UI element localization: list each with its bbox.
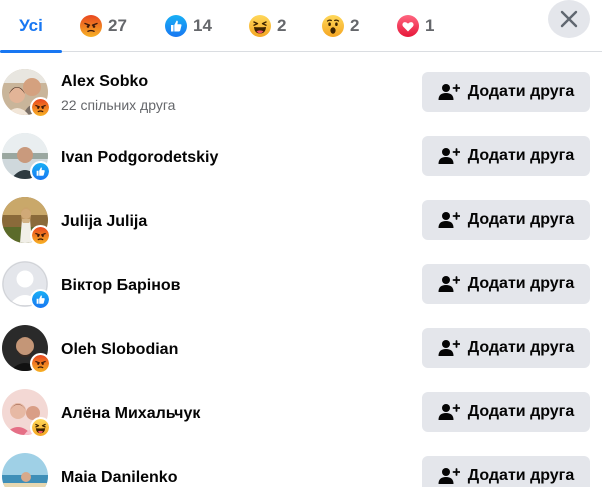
list-item: Віктор Барінов Додати друга [0,254,602,318]
tab-all[interactable]: Усі [0,0,62,53]
tab-like[interactable]: 14 [165,0,212,51]
close-button[interactable] [548,0,590,38]
tab-like-count: 14 [193,15,212,35]
add-friend-button[interactable]: Додати друга [422,264,590,304]
like-reaction-icon [30,289,51,310]
person-name[interactable]: Ivan Podgorodetskiy [61,149,218,167]
person-name[interactable]: Oleh Slobodian [61,341,178,359]
person-name[interactable]: Julija Julija [61,213,147,231]
add-friend-button[interactable]: Додати друга [422,392,590,432]
wow-reaction-icon [322,14,344,37]
haha-reaction-icon [249,14,271,37]
person-name[interactable]: Maia Danilenko [61,469,177,487]
add-friend-label: Додати друга [467,467,575,484]
list-item: Ivan Podgorodetskiy Додати друга [0,126,602,190]
tab-wow[interactable]: 2 [322,0,359,51]
add-friend-button[interactable]: Додати друга [422,328,590,368]
add-friend-button[interactable]: Додати друга [422,200,590,240]
tab-angry[interactable]: 27 [80,0,127,51]
angry-reaction-icon [80,14,102,37]
love-reaction-icon [397,14,419,37]
list-item: Julija Julija Додати друга [0,190,602,254]
tab-love-count: 1 [425,15,435,35]
add-friend-icon [438,340,460,356]
tab-haha[interactable]: 2 [249,0,286,51]
add-friend-icon [438,276,460,292]
like-reaction-icon [30,161,51,182]
person-name[interactable]: Alex Sobko [61,73,148,91]
reactions-tab-bar: Усі 27 14 2 2 1 [0,0,602,53]
list-item: Oleh Slobodian Додати друга [0,318,602,382]
list-item: Алёна Михальчук Додати друга [0,382,602,446]
close-icon [560,10,578,28]
add-friend-label: Додати друга [467,403,575,420]
mutual-friends-count: 22 спільних друга [61,97,176,113]
add-friend-icon [438,84,460,100]
haha-reaction-icon [30,417,51,438]
add-friend-label: Додати друга [467,339,575,356]
add-friend-icon [438,148,460,164]
add-friend-icon [438,212,460,228]
avatar[interactable] [2,453,48,487]
add-friend-label: Додати друга [467,211,575,228]
tab-haha-count: 2 [277,15,287,35]
add-friend-button[interactable]: Додати друга [422,72,590,112]
list-item: Alex Sobko 22 спільних друга Додати друг… [0,62,602,126]
person-name[interactable]: Алёна Михальчук [61,405,200,423]
add-friend-button[interactable]: Додати друга [422,456,590,487]
list-item: Maia Danilenko Додати друга [0,446,602,487]
add-friend-label: Додати друга [467,147,575,164]
angry-reaction-icon [30,225,51,246]
tab-love[interactable]: 1 [397,0,434,51]
tab-angry-count: 27 [108,15,127,35]
add-friend-icon [438,404,460,420]
tab-all-label: Усі [19,15,43,35]
add-friend-icon [438,468,460,484]
angry-reaction-icon [30,353,51,374]
person-name[interactable]: Віктор Барінов [61,277,181,295]
add-friend-label: Додати друга [467,83,575,100]
tab-wow-count: 2 [350,15,360,35]
add-friend-label: Додати друга [467,275,575,292]
angry-reaction-icon [30,97,51,118]
add-friend-button[interactable]: Додати друга [422,136,590,176]
like-reaction-icon [165,14,187,37]
